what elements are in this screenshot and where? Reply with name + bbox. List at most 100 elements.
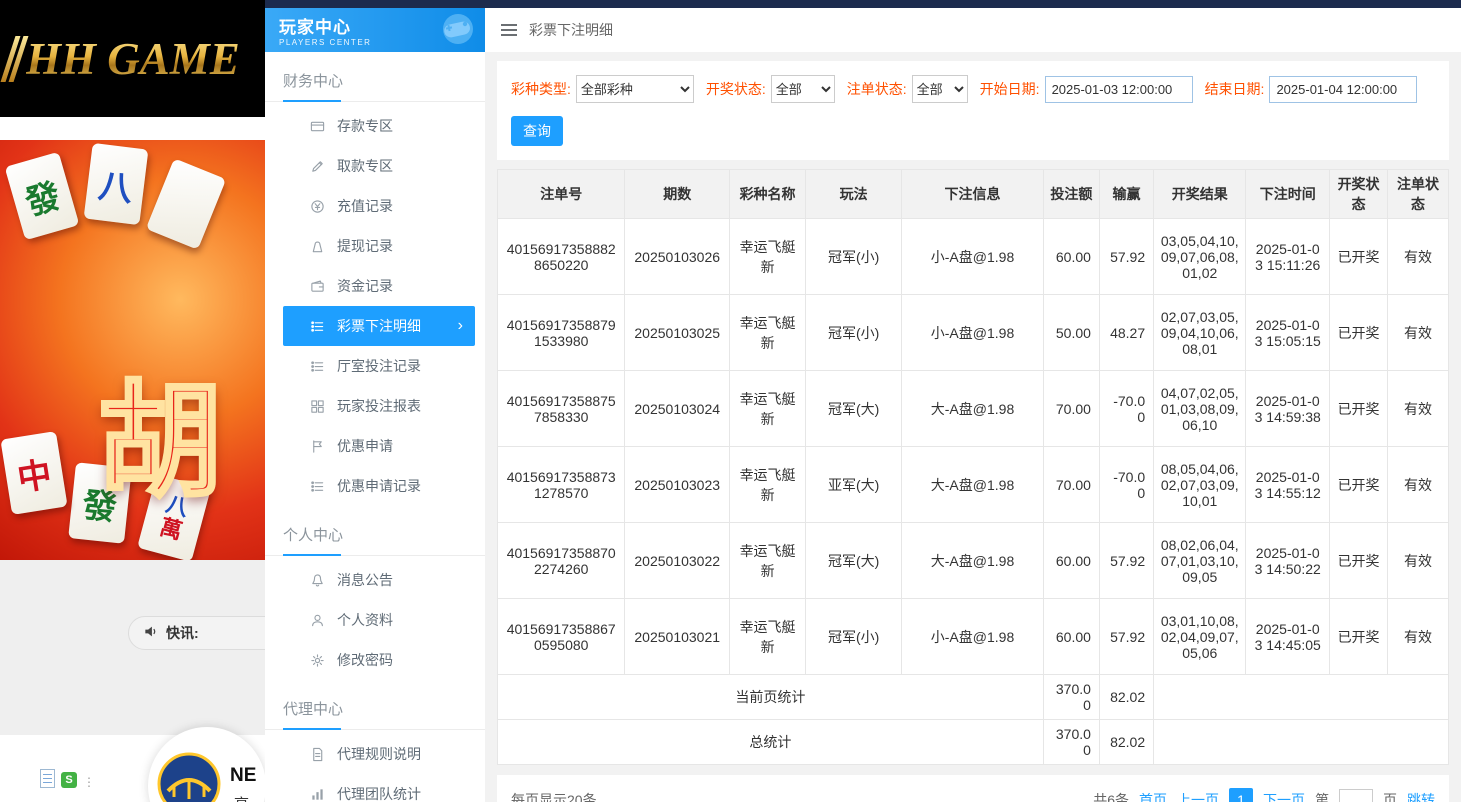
lottery-type-label: 彩种类型: — [511, 79, 571, 99]
start-date-input[interactable] — [1045, 76, 1193, 103]
query-button[interactable]: 查询 — [511, 116, 563, 146]
table-cell: 大-A盘@1.98 — [902, 447, 1044, 523]
left-bottom-zone: NE 亨 S ⋮ — [0, 735, 265, 802]
table-cell: 401569173588731278570 — [498, 447, 625, 523]
table-cell: 70.00 — [1043, 371, 1099, 447]
bell-icon — [309, 572, 325, 588]
gear-icon — [309, 652, 325, 668]
table-cell: 2025-01-03 14:55:12 — [1246, 447, 1330, 523]
sidebar-item-recharge-records[interactable]: 充值记录 — [283, 186, 475, 226]
bet-table: 注单号期数彩种名称玩法下注信息投注额输赢开奖结果下注时间开奖状态注单状态4015… — [497, 169, 1449, 765]
sidebar-item-agent-team-stats[interactable]: 代理团队统计 — [283, 774, 475, 802]
news-ticker-zone: 快讯: — [0, 560, 265, 735]
sidebar-item-agent-rules[interactable]: 代理规则说明 — [283, 734, 475, 774]
table-cell: 401569173588828650220 — [498, 219, 625, 295]
sidebar-item-label: 个人资料 — [337, 610, 393, 630]
table-cell: 401569173588702274260 — [498, 523, 625, 599]
table-cell: 70.00 — [1043, 447, 1099, 523]
lottery-type-select[interactable]: 全部彩种 — [576, 75, 694, 103]
table-cell: 2025-01-03 14:50:22 — [1246, 523, 1330, 599]
mahjong-tile — [146, 158, 226, 249]
sidebar-item-profile[interactable]: 个人资料 — [283, 600, 475, 640]
document-icon[interactable] — [40, 769, 55, 788]
column-header: 期数 — [625, 170, 730, 219]
end-date-input[interactable] — [1269, 76, 1417, 103]
current-page[interactable]: 1 — [1229, 788, 1253, 802]
table-cell: 小-A盘@1.98 — [902, 295, 1044, 371]
sidebar: 玩家中心 PLAYERS CENTER 财务中心存款专区取款专区充值记录提现记录… — [265, 8, 485, 802]
speaker-icon — [143, 624, 158, 642]
doc-icon — [309, 746, 325, 762]
table-cell: 大-A盘@1.98 — [902, 371, 1044, 447]
sidebar-item-hall-bet-records[interactable]: 厅室投注记录 — [283, 346, 475, 386]
table-cell: 幸运飞艇新 — [730, 599, 806, 675]
sidebar-item-deposit-zone[interactable]: 存款专区 — [283, 106, 475, 146]
jump-prefix-label: 第 — [1315, 790, 1329, 802]
more-icon[interactable]: ⋮ — [83, 776, 95, 788]
sidebar-item-withdrawal-records[interactable]: 提现记录 — [283, 226, 475, 266]
page-size-label: 每页显示20条 — [511, 790, 597, 802]
table-cell: 20250103026 — [625, 219, 730, 295]
card-icon — [309, 118, 325, 134]
sidebar-item-promo-apply[interactable]: 优惠申请 — [283, 426, 475, 466]
wallet-icon — [309, 278, 325, 294]
sidebar-item-label: 修改密码 — [337, 650, 393, 670]
sidebar-item-player-bet-report[interactable]: 玩家投注报表 — [283, 386, 475, 426]
start-date-label: 开始日期: — [980, 79, 1040, 99]
table-cell: 冠军(大) — [806, 523, 902, 599]
sidebar-item-funds-records[interactable]: 资金记录 — [283, 266, 475, 306]
summary-cell: 总统计 — [498, 720, 1044, 765]
section-title: 个人中心 — [265, 524, 485, 556]
table-cell: 冠军(小) — [806, 599, 902, 675]
table-cell: 有效 — [1388, 447, 1449, 523]
sogou-ime-icon[interactable]: S — [61, 772, 77, 788]
draw-status-label: 开奖状态: — [706, 79, 766, 99]
table-cell: 幸运飞艇新 — [730, 295, 806, 371]
draw-status-select[interactable]: 全部 — [771, 75, 835, 103]
filter-card: 彩种类型: 全部彩种 开奖状态: 全部 注单状态: 全部 开始日期: 结束日期: — [497, 61, 1449, 160]
table-cell: 57.92 — [1099, 599, 1153, 675]
chart-icon — [309, 786, 325, 802]
table-row: 40156917358870227426020250103022幸运飞艇新冠军(… — [498, 523, 1449, 599]
table-cell: 亚军(大) — [806, 447, 902, 523]
news-ticker-label: 快讯: — [166, 623, 199, 643]
jump-button[interactable]: 跳转 — [1407, 790, 1435, 802]
promo-banner: 八萬發中八發 胡 — [0, 140, 265, 560]
table-row: 40156917358882865022020250103026幸运飞艇新冠军(… — [498, 219, 1449, 295]
sidebar-item-label: 消息公告 — [337, 570, 393, 590]
table-cell: 小-A盘@1.98 — [902, 219, 1044, 295]
first-page-link[interactable]: 首页 — [1139, 790, 1167, 802]
sidebar-item-label: 优惠申请记录 — [337, 476, 421, 496]
sidebar-item-lottery-bet-details[interactable]: 彩票下注明细› — [283, 306, 475, 346]
sidebar-item-change-password[interactable]: 修改密码 — [283, 640, 475, 680]
table-cell: 2025-01-03 14:59:38 — [1246, 371, 1330, 447]
news-ticker: 快讯: — [128, 616, 265, 650]
screen: HH GAME 八萬發中八發 胡 快讯: NE 亨 — [0, 0, 1461, 802]
sidebar-item-messages[interactable]: 消息公告 — [283, 560, 475, 600]
jump-suffix-label: 页 — [1383, 790, 1397, 802]
sidebar-nav: 财务中心存款专区取款专区充值记录提现记录资金记录彩票下注明细›厅室投注记录玩家投… — [265, 70, 485, 802]
sidebar-item-label: 提现记录 — [337, 236, 393, 256]
column-header: 开奖结果 — [1154, 170, 1246, 219]
team-logo-icon — [156, 751, 222, 802]
table-cell: 幸运飞艇新 — [730, 219, 806, 295]
column-header: 下注时间 — [1246, 170, 1330, 219]
menu-icon[interactable] — [501, 24, 517, 36]
order-status-label: 注单状态: — [847, 79, 907, 99]
table-cell: 04,07,02,05,01,03,08,09,06,10 — [1154, 371, 1246, 447]
table-cell: 已开奖 — [1330, 523, 1388, 599]
mahjong-tile: 八 — [84, 143, 149, 225]
table-cell: 冠军(小) — [806, 295, 902, 371]
sidebar-item-promo-apply-records[interactable]: 优惠申请记录 — [283, 466, 475, 506]
table-cell: 57.92 — [1099, 523, 1153, 599]
prev-page-link[interactable]: 上一页 — [1177, 790, 1219, 802]
next-page-link[interactable]: 下一页 — [1263, 790, 1305, 802]
table-cell: 03,01,10,08,02,04,09,07,05,06 — [1154, 599, 1246, 675]
coin-icon — [309, 198, 325, 214]
table-cell: 有效 — [1388, 295, 1449, 371]
column-header: 彩种名称 — [730, 170, 806, 219]
sidebar-item-withdraw-zone[interactable]: 取款专区 — [283, 146, 475, 186]
order-status-select[interactable]: 全部 — [912, 75, 968, 103]
page-jump-input[interactable] — [1339, 789, 1373, 802]
mahjong-tile: 中 — [0, 431, 67, 515]
